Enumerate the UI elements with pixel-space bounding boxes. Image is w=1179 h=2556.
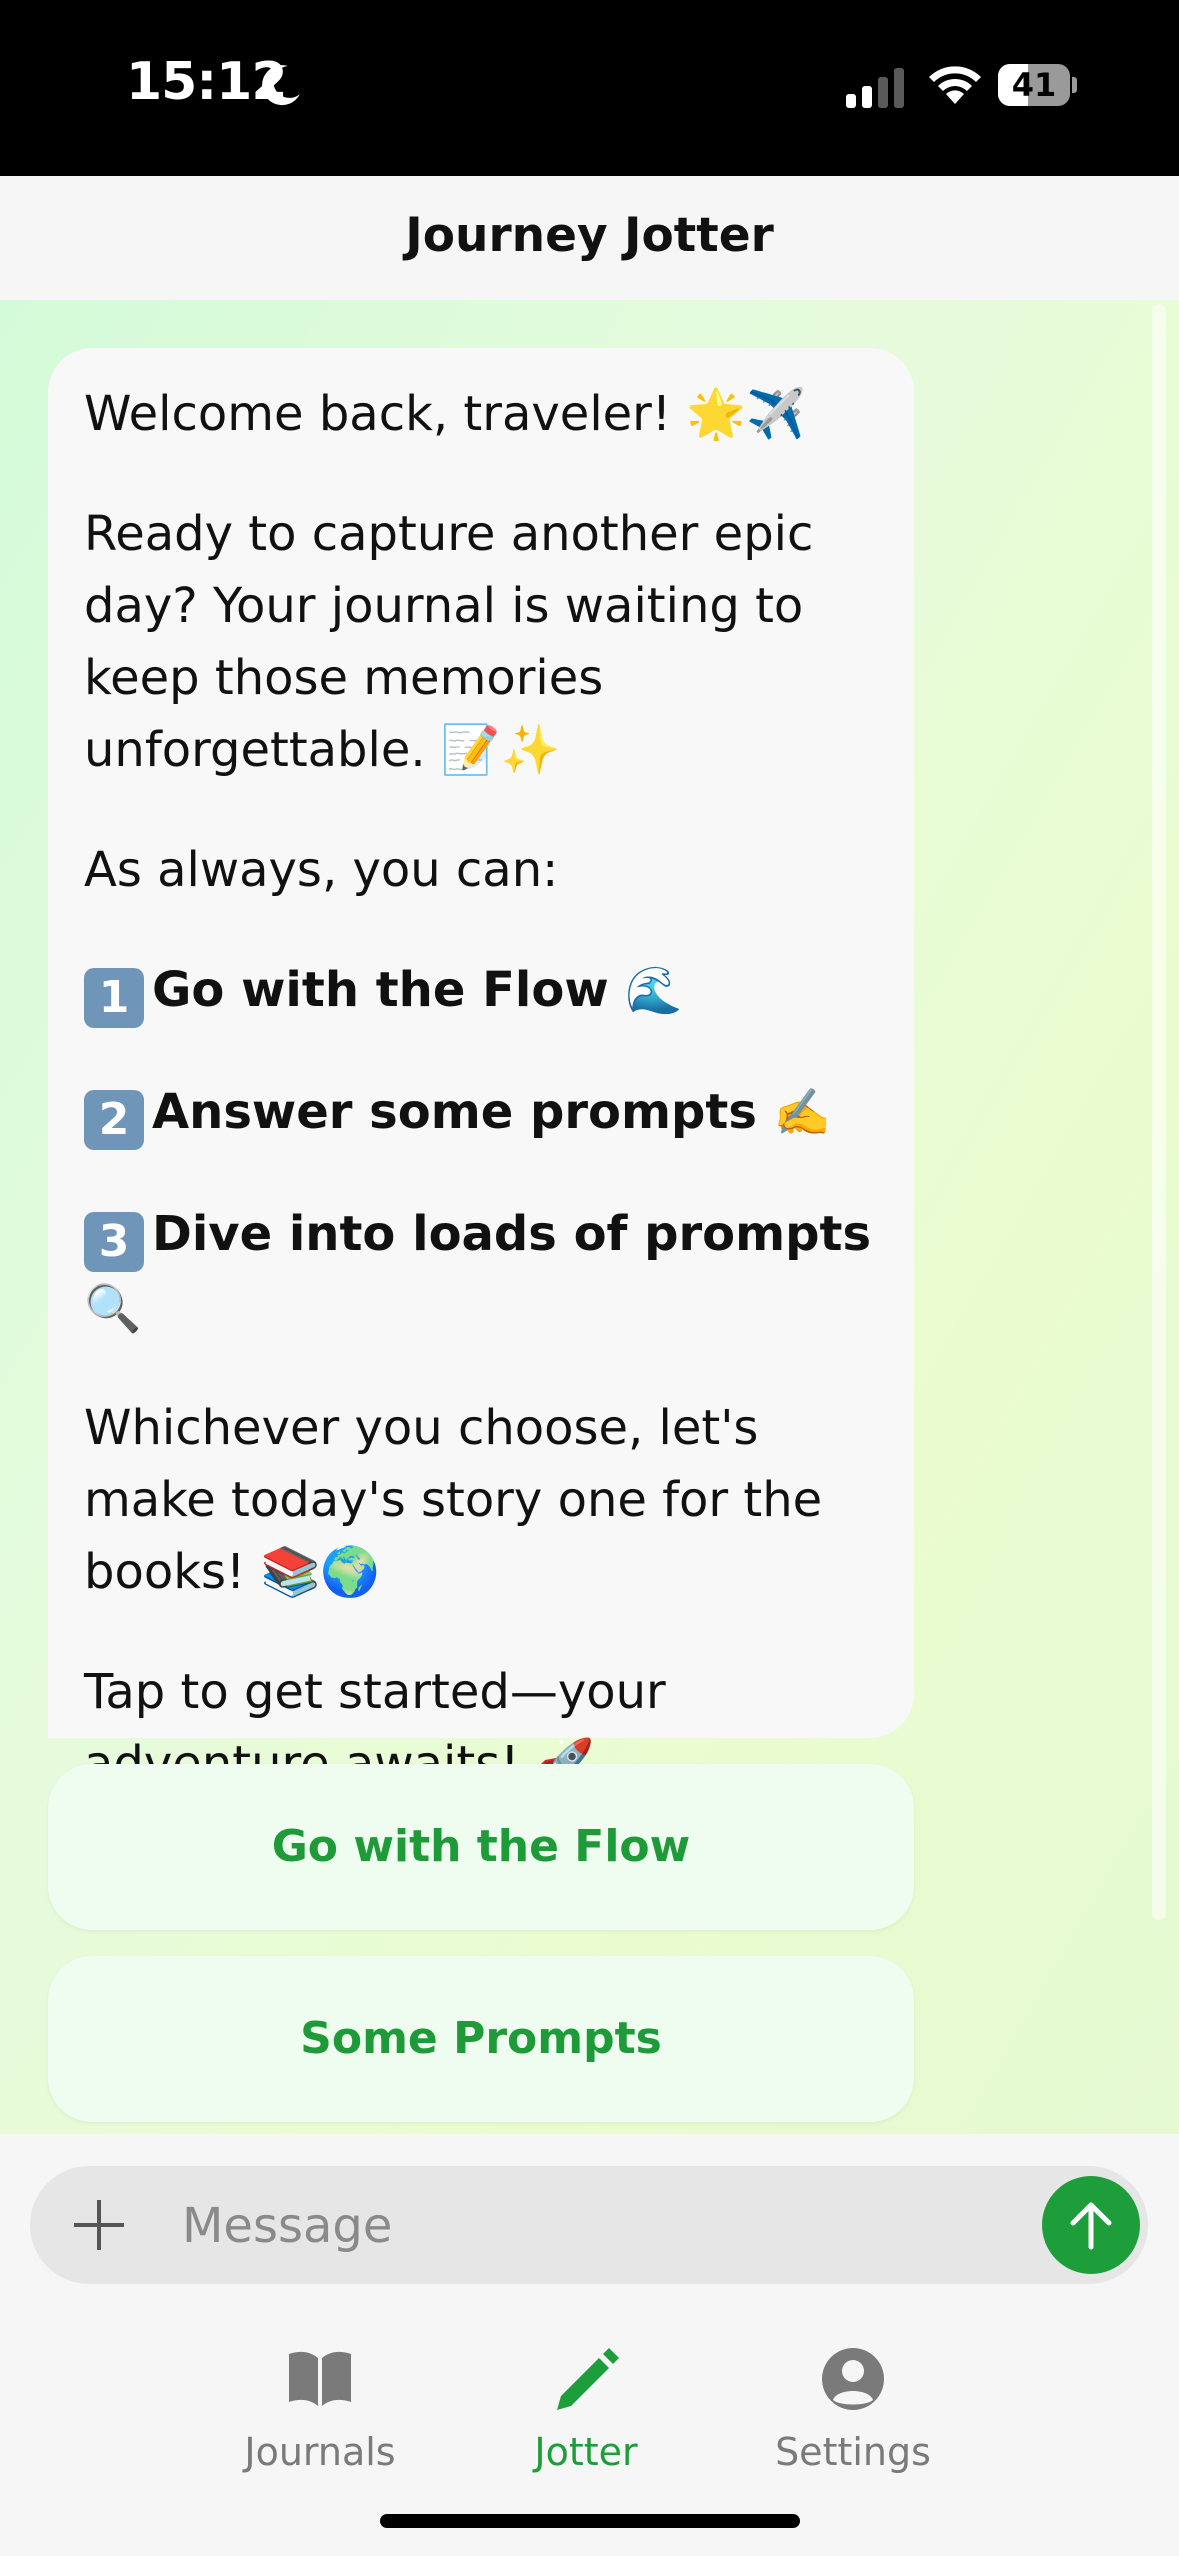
plus-icon[interactable] — [70, 2196, 128, 2254]
option-item: 2 Answer some prompts ✍️ — [84, 1076, 878, 1150]
keycap-three-icon: 3 — [84, 1212, 144, 1272]
writing-hand-icon: ✍️ — [773, 1085, 831, 1139]
assistant-message-bubble: Welcome back, traveler! 🌟✈️ Ready to cap… — [48, 348, 914, 1792]
message-lead: As always, you can: — [84, 842, 559, 898]
message-intro: Ready to capture another epic day? Your … — [84, 506, 814, 778]
pencil-icon — [557, 2348, 619, 2410]
tab-label: Settings — [775, 2430, 931, 2474]
go-with-the-flow-button[interactable]: Go with the Flow — [48, 1764, 914, 1930]
battery-level-text: 41 — [1011, 66, 1057, 104]
message-greeting: Welcome back, traveler! 🌟✈️ — [84, 386, 806, 442]
moon-icon — [262, 65, 300, 106]
chat-area[interactable]: Welcome back, traveler! 🌟✈️ Ready to cap… — [0, 300, 1179, 2134]
tab-label: Jotter — [534, 2430, 638, 2474]
message-input[interactable] — [180, 2180, 1044, 2272]
composer-bar — [0, 2134, 1179, 2315]
home-indicator — [380, 2514, 800, 2528]
nav-header: Journey Jotter — [0, 176, 1179, 301]
composer-field — [30, 2166, 1148, 2284]
message-closing: Whichever you choose, let's make today's… — [84, 1400, 823, 1600]
status-bar: 15:12 41 — [0, 0, 1179, 176]
option-item: 1 Go with the Flow 🌊 — [84, 954, 878, 1028]
keycap-one-icon: 1 — [84, 968, 144, 1028]
scrollbar[interactable] — [1152, 304, 1166, 1920]
tab-label: Journals — [244, 2430, 396, 2474]
person-icon — [822, 2348, 884, 2410]
some-prompts-button[interactable]: Some Prompts — [48, 1956, 914, 2122]
wave-icon: 🌊 — [625, 963, 683, 1017]
arrow-up-icon — [1070, 2202, 1112, 2250]
book-icon — [289, 2351, 351, 2406]
keycap-two-icon: 2 — [84, 1090, 144, 1150]
tab-journals[interactable]: Journals — [210, 2344, 430, 2484]
send-button[interactable] — [1042, 2176, 1140, 2274]
page-title: Journey Jotter — [405, 208, 774, 263]
tab-jotter[interactable]: Jotter — [476, 2344, 696, 2484]
option-item: 3 Dive into loads of prompts 🔍 — [84, 1198, 878, 1344]
signal-icon — [846, 68, 904, 108]
magnifier-icon: 🔍 — [84, 1281, 142, 1335]
tab-settings[interactable]: Settings — [743, 2344, 963, 2484]
option-label: Dive into loads of prompts — [152, 1206, 872, 1262]
battery-indicator: 41 — [998, 64, 1077, 106]
option-label: Answer some prompts — [152, 1084, 757, 1140]
option-label: Go with the Flow — [152, 962, 609, 1018]
wifi-icon — [929, 66, 981, 104]
